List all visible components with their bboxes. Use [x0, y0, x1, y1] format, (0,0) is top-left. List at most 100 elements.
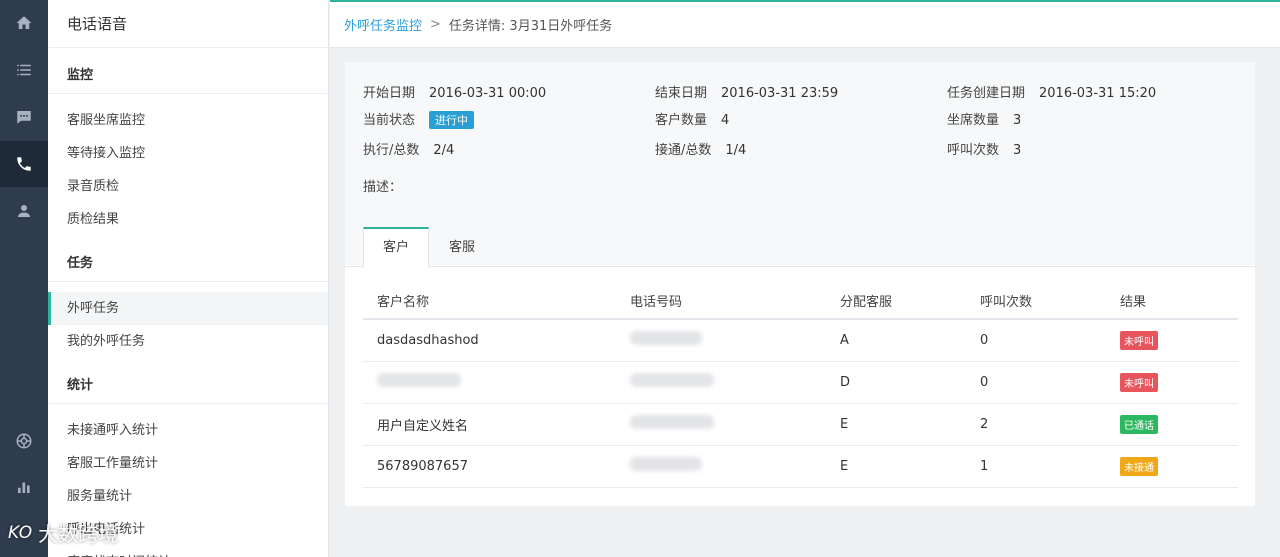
phone-cell	[616, 361, 826, 404]
watermark-logo: KO	[8, 522, 33, 543]
chat-nav-button[interactable]	[0, 94, 48, 140]
description-field: 描述：	[363, 176, 402, 195]
status-label: 当前状态	[363, 113, 416, 128]
phone-nav-button[interactable]	[0, 141, 48, 187]
redacted-name	[377, 373, 461, 387]
breadcrumb-current: 任务详情: 3月31日外呼任务	[448, 19, 613, 34]
start-date-field: 开始日期 2016-03-31 00:00	[363, 82, 546, 101]
created-date-value: 2016-03-31 15:20	[1039, 86, 1157, 101]
sidebar-item-queue-monitor[interactable]: 等待接入监控	[48, 137, 328, 170]
customer-table: 客户名称 电话号码 分配客服 呼叫次数 结果 dasdasdhashod A 0…	[363, 282, 1238, 488]
user-nav-button[interactable]	[0, 188, 48, 234]
customer-count-label: 客户数量	[655, 113, 708, 128]
customer-name-cell: 用户自定义姓名	[363, 403, 616, 446]
sidebar-item-agent-monitor[interactable]: 客服坐席监控	[48, 104, 328, 137]
result-badge: 未呼叫	[1120, 330, 1158, 350]
agent-count-label: 坐席数量	[947, 113, 1000, 128]
customer-name-cell: 56789087657	[363, 445, 616, 488]
bar-chart-icon	[18, 482, 30, 493]
connected-field: 接通/总数 1/4	[655, 139, 746, 158]
executed-value: 2/4	[433, 143, 455, 158]
start-date-label: 开始日期	[363, 86, 416, 101]
call-count-value: 3	[1013, 143, 1022, 158]
sidebar-item-qc-results[interactable]: 质检结果	[48, 203, 328, 236]
phone-cell	[616, 403, 826, 446]
globe-nav-button[interactable]	[0, 418, 48, 464]
executed-label: 执行/总数	[363, 143, 420, 158]
executed-field: 执行/总数 2/4	[363, 139, 454, 158]
breadcrumb-link-outbound-monitor[interactable]: 外呼任务监控	[344, 15, 422, 34]
customer-count-field: 客户数量 4	[655, 109, 729, 128]
home-nav-button[interactable]	[0, 0, 48, 46]
sidebar-item-service-volume-stats[interactable]: 服务量统计	[48, 480, 328, 513]
breadcrumb-separator: >	[430, 17, 441, 32]
result-badge: 已通话	[1120, 414, 1158, 434]
sidebar: 电话语音 监控 客服坐席监控 等待接入监控 录音质检 质检结果 任务 外呼任务 …	[48, 0, 329, 557]
created-date-field: 任务创建日期 2016-03-31 15:20	[947, 82, 1156, 101]
end-date-label: 结束日期	[655, 86, 708, 101]
result-badge: 未接通	[1120, 456, 1158, 476]
sidebar-title: 电话语音	[48, 0, 328, 48]
sidebar-item-my-outbound-tasks[interactable]: 我的外呼任务	[48, 325, 328, 358]
connected-value: 1/4	[725, 143, 747, 158]
sidebar-item-recording-qc[interactable]: 录音质检	[48, 170, 328, 203]
sidebar-group-tasks: 任务	[48, 246, 328, 282]
tab-customers[interactable]: 客户	[363, 227, 429, 268]
col-header-result: 结果	[1106, 282, 1238, 320]
result-badge: 未呼叫	[1120, 372, 1158, 392]
table-row[interactable]: D 0 未呼叫	[363, 361, 1238, 404]
col-header-call-count: 呼叫次数	[966, 282, 1106, 320]
end-date-value: 2016-03-31 23:59	[721, 86, 839, 101]
icon-rail	[0, 0, 48, 557]
col-header-customer-name: 客户名称	[363, 282, 616, 320]
agent-cell: E	[826, 445, 966, 488]
customer-name-cell: dasdasdhashod	[363, 319, 616, 362]
agent-cell: D	[826, 361, 966, 404]
sidebar-item-missed-inbound-stats[interactable]: 未接通呼入统计	[48, 414, 328, 447]
list-nav-button[interactable]	[0, 47, 48, 93]
agent-cell: E	[826, 403, 966, 446]
list-icon	[17, 64, 31, 76]
call-count-cell: 2	[966, 403, 1106, 446]
table-header-row: 客户名称 电话号码 分配客服 呼叫次数 结果	[363, 282, 1238, 320]
watermark: KO 大数跨境	[8, 518, 118, 547]
call-count-field: 呼叫次数 3	[947, 139, 1021, 158]
agent-count-field: 坐席数量 3	[947, 109, 1021, 128]
watermark-text: 大数跨境	[38, 522, 119, 546]
redacted-phone	[630, 415, 714, 429]
customer-count-value: 4	[721, 113, 730, 128]
sidebar-item-agent-workload-stats[interactable]: 客服工作量统计	[48, 447, 328, 480]
globe-icon	[16, 433, 32, 449]
table-row[interactable]: 56789087657 E 1 未接通	[363, 445, 1238, 488]
sidebar-item-outbound-tasks[interactable]: 外呼任务	[48, 292, 328, 325]
table-row[interactable]: dasdasdhashod A 0 未呼叫	[363, 319, 1238, 362]
sidebar-group-monitor: 监控	[48, 58, 328, 94]
description-label: 描述：	[363, 180, 403, 195]
start-date-value: 2016-03-31 00:00	[429, 86, 547, 101]
status-field: 当前状态 进行中	[363, 109, 475, 129]
connected-label: 接通/总数	[655, 143, 712, 158]
redacted-phone	[630, 457, 702, 471]
call-count-cell: 1	[966, 445, 1106, 488]
result-cell: 未呼叫	[1106, 319, 1238, 362]
col-header-phone: 电话号码	[616, 282, 826, 320]
chat-icon	[17, 111, 31, 124]
result-cell: 已通话	[1106, 403, 1238, 446]
table-row[interactable]: 用户自定义姓名 E 2 已通话	[363, 403, 1238, 446]
customer-name-cell	[363, 361, 616, 404]
phone-cell	[616, 445, 826, 488]
detail-tabs: 客户 客服	[345, 227, 1255, 268]
redacted-phone	[630, 331, 702, 346]
status-badge: 进行中	[429, 111, 475, 129]
end-date-field: 结束日期 2016-03-31 23:59	[655, 82, 838, 101]
tab-agents[interactable]: 客服	[429, 227, 495, 267]
call-count-cell: 0	[966, 361, 1106, 404]
sidebar-item-agent-status-time-stats[interactable]: 座席状态时间统计	[48, 546, 328, 557]
call-count-cell: 0	[966, 319, 1106, 362]
home-icon	[16, 16, 32, 29]
stats-nav-button[interactable]	[0, 464, 48, 510]
agent-cell: A	[826, 319, 966, 362]
breadcrumb: 外呼任务监控 > 任务详情: 3月31日外呼任务	[330, 0, 1280, 48]
result-cell: 未接通	[1106, 445, 1238, 488]
col-header-agent: 分配客服	[826, 282, 966, 320]
